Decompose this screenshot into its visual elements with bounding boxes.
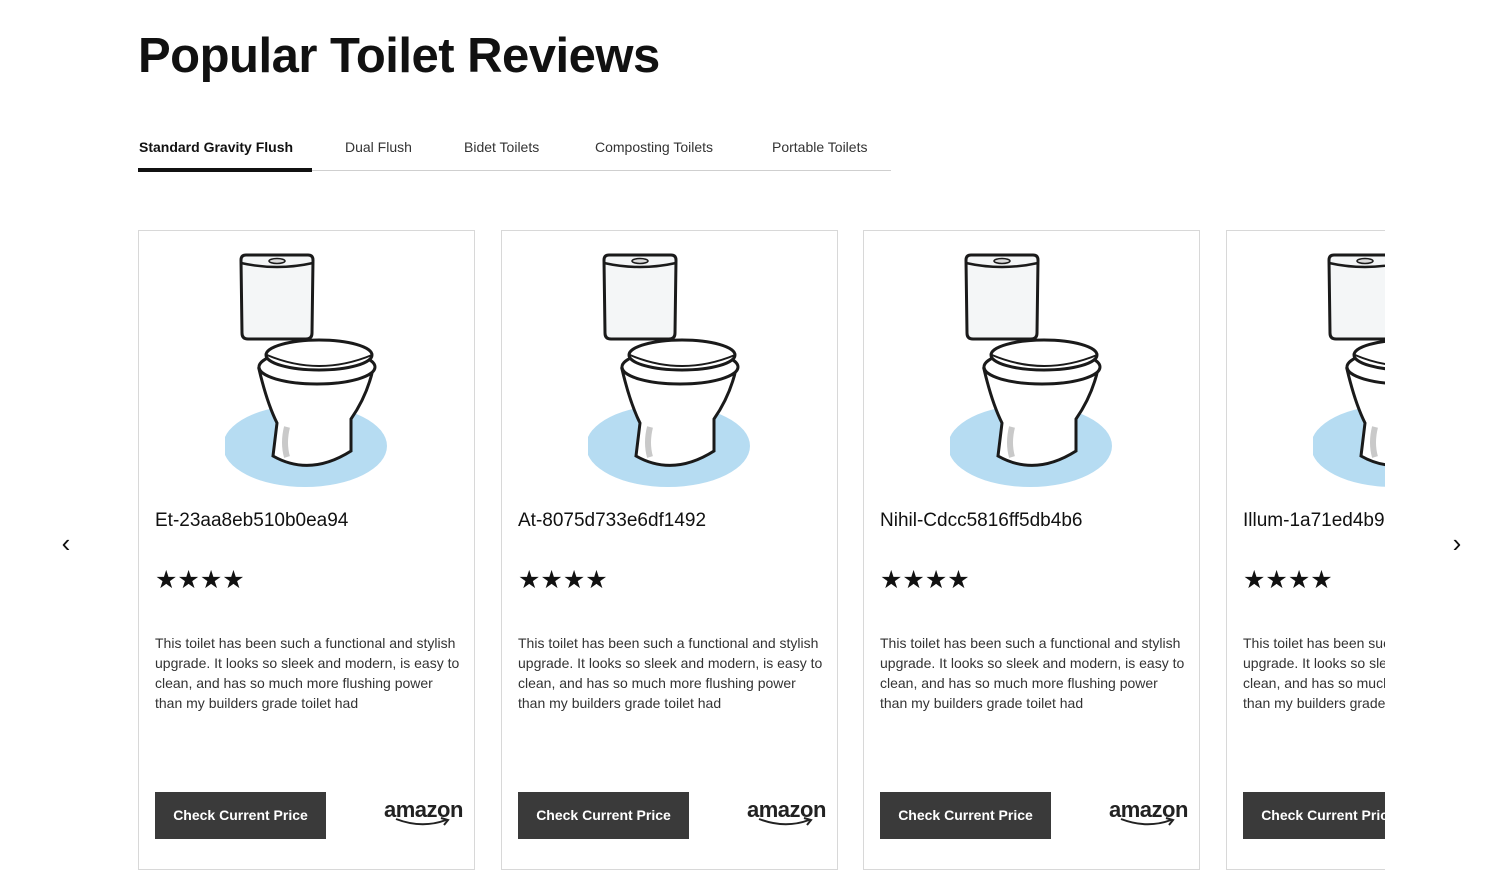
toilet-icon	[225, 253, 387, 487]
page: Popular Toilet Reviews Standard Gravity …	[0, 0, 1508, 883]
tab-portable-toilets[interactable]: Portable Toilets	[752, 125, 891, 170]
product-name: At-8075d733e6df1492	[518, 510, 707, 531]
product-card: Et-23aa8eb510b0ea94 ★★★★ This toilet has…	[138, 230, 475, 870]
chevron-right-icon: ›	[1452, 528, 1462, 558]
category-tabs: Standard Gravity Flush Dual Flush Bidet …	[138, 125, 891, 172]
amazon-smile-icon	[758, 817, 813, 826]
product-card: At-8075d733e6df1492 ★★★★ This toilet has…	[501, 230, 838, 870]
amazon-logo-icon[interactable]: amazon	[747, 797, 827, 829]
chevron-left-icon: ‹	[61, 528, 71, 558]
amazon-smile-icon	[1120, 817, 1175, 826]
page-title: Popular Toilet Reviews	[138, 29, 660, 83]
tab-bidet-toilets[interactable]: Bidet Toilets	[445, 125, 576, 170]
product-name: Illum-1a71ed4b95fc9	[1243, 510, 1385, 531]
review-text: This toilet has been such a functional a…	[518, 635, 823, 711]
rating-stars: ★★★★	[880, 566, 970, 594]
check-price-button[interactable]: Check Current Price	[880, 792, 1051, 839]
tab-composting-toilets[interactable]: Composting Toilets	[576, 125, 752, 170]
rating-stars: ★★★★	[155, 566, 245, 594]
review-text: This toilet has been such a functional a…	[1243, 635, 1385, 711]
tab-dual-flush[interactable]: Dual Flush	[312, 125, 445, 170]
carousel-next-button[interactable]: ›	[1442, 526, 1472, 560]
check-price-button[interactable]: Check Current Price	[155, 792, 326, 839]
product-card: Illum-1a71ed4b95fc9 ★★★★ This toilet has…	[1226, 230, 1385, 870]
check-price-button[interactable]: Check Current Price	[518, 792, 689, 839]
check-price-button[interactable]: Check Current Price	[1243, 792, 1385, 839]
review-text: This toilet has been such a functional a…	[155, 635, 460, 711]
product-card: Nihil-Cdcc5816ff5db4b6 ★★★★ This toilet …	[863, 230, 1200, 870]
amazon-logo-icon[interactable]: amazon	[1109, 797, 1189, 829]
tab-standard-gravity-flush[interactable]: Standard Gravity Flush	[138, 125, 312, 172]
product-name: Et-23aa8eb510b0ea94	[155, 510, 349, 531]
carousel-prev-button[interactable]: ‹	[51, 526, 81, 560]
toilet-icon	[950, 253, 1112, 487]
review-text: This toilet has been such a functional a…	[880, 635, 1185, 711]
amazon-logo-icon[interactable]: amazon	[384, 797, 464, 829]
amazon-smile-icon	[395, 817, 450, 826]
toilet-icon	[588, 253, 750, 487]
rating-stars: ★★★★	[518, 566, 608, 594]
toilet-icon	[1313, 253, 1385, 487]
product-carousel: Et-23aa8eb510b0ea94 ★★★★ This toilet has…	[138, 230, 1385, 883]
rating-stars: ★★★★	[1243, 566, 1333, 594]
product-name: Nihil-Cdcc5816ff5db4b6	[880, 510, 1083, 531]
